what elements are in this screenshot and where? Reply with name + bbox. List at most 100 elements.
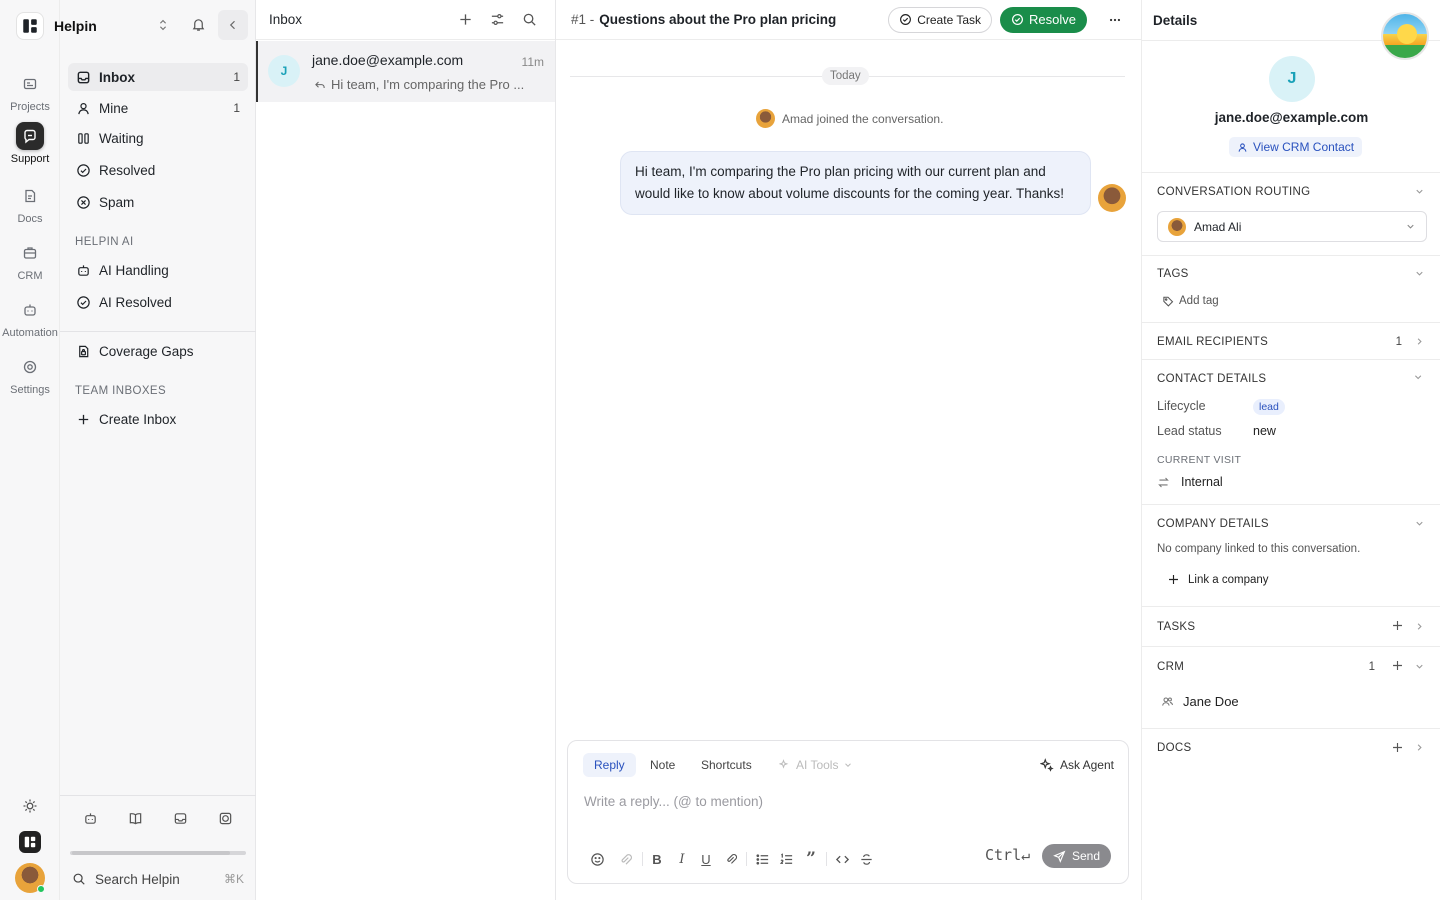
x-circle-icon [77, 195, 90, 209]
composer-tab-note[interactable]: Note [639, 753, 686, 777]
underline-icon[interactable]: U [696, 849, 716, 869]
send-button[interactable]: Send [1042, 844, 1112, 868]
create-inbox-button[interactable]: Create Inbox [68, 405, 248, 433]
add-task-plus-icon[interactable] [1391, 619, 1404, 632]
scrollbar-thumb[interactable] [72, 851, 230, 855]
crm-contact-link[interactable]: Jane Doe [1161, 694, 1239, 709]
chevron-right-icon[interactable] [1414, 336, 1425, 347]
inbox-icon [77, 71, 90, 83]
quote-icon[interactable]: ” [801, 849, 821, 869]
view-crm-contact-button[interactable]: View CRM Contact [1229, 137, 1363, 157]
lifebuoy-icon[interactable] [212, 804, 240, 832]
updown-chevron-icon[interactable] [156, 18, 170, 32]
sidebar-item-mine[interactable]: Mine 1 [68, 94, 248, 122]
composer-tab-reply[interactable]: Reply [583, 753, 636, 777]
crm-count: 1 [1368, 661, 1375, 673]
add-crm-plus-icon[interactable] [1391, 659, 1404, 672]
user-avatar[interactable] [15, 863, 45, 893]
ask-agent-button[interactable]: Ask Agent [1039, 753, 1114, 777]
rail-label: Projects [10, 101, 50, 113]
rail-item-support[interactable]: Support [0, 122, 60, 165]
sidebar-item-waiting[interactable]: Waiting [68, 124, 248, 152]
link-company-button[interactable]: Link a company [1167, 573, 1269, 586]
theme-toggle-sun-icon[interactable] [22, 798, 38, 814]
toolbar-divider [642, 852, 643, 866]
sidebar-item-inbox[interactable]: Inbox 1 [68, 63, 248, 91]
lead-status-label: Lead status [1157, 424, 1222, 438]
bell-icon[interactable] [191, 17, 206, 32]
list-header: Inbox [256, 0, 555, 40]
chevron-down-icon[interactable] [1414, 518, 1425, 529]
add-tag-button[interactable]: Add tag [1162, 295, 1219, 307]
sparkle-icon [1039, 758, 1054, 772]
sidebar: Helpin Inbox 1 Mine 1 Waiting Resolved S… [16, 0, 256, 900]
conversation-time: 11m [521, 55, 544, 69]
sidebar-item-spam[interactable]: Spam [68, 188, 248, 216]
chevron-down-icon[interactable] [1414, 661, 1425, 672]
chevron-down-icon[interactable] [1414, 268, 1425, 279]
support-icon [16, 122, 44, 150]
lead-status-value[interactable]: new [1253, 424, 1276, 438]
horizontal-scrollbar[interactable] [70, 851, 246, 855]
sidebar-item-ai-resolved[interactable]: AI Resolved [68, 288, 248, 316]
workspace-switch-logo[interactable] [19, 831, 41, 853]
create-task-button[interactable]: Create Task [888, 6, 993, 33]
create-task-label: Create Task [917, 12, 982, 27]
rail-item-automation[interactable]: Automation [0, 296, 60, 339]
sidebar-item-ai-handling[interactable]: AI Handling [68, 256, 248, 284]
toolbar-divider [826, 852, 827, 866]
rail-item-settings[interactable]: Settings [0, 353, 60, 396]
conversation-number: #1 - [571, 12, 595, 27]
inbox-tray-icon[interactable] [167, 804, 195, 832]
search-helpin-button[interactable]: Search Helpin ⌘K [60, 863, 256, 895]
beach-avatar-widget[interactable] [1381, 12, 1429, 60]
italic-icon[interactable]: I [672, 849, 692, 869]
reply-input[interactable]: Write a reply... (@ to mention) [584, 794, 763, 809]
bullet-list-icon[interactable] [752, 849, 772, 869]
chevron-down-icon [845, 763, 852, 767]
conversation-list-item[interactable]: J jane.doe@example.com 11m Hi team, I'm … [256, 41, 555, 102]
more-options-icon[interactable] [1101, 6, 1129, 34]
new-conversation-plus-icon[interactable] [451, 6, 479, 34]
view-crm-label: View CRM Contact [1253, 140, 1355, 154]
composer-tab-shortcuts[interactable]: Shortcuts [690, 753, 763, 777]
book-icon[interactable] [121, 804, 149, 832]
rail-item-crm[interactable]: CRM [0, 239, 60, 282]
attachment-icon[interactable] [615, 849, 635, 869]
emoji-icon[interactable] [587, 849, 607, 869]
workspace-switcher[interactable]: Helpin [16, 12, 97, 40]
lifecycle-badge[interactable]: lead [1253, 399, 1285, 415]
link-icon[interactable] [721, 849, 741, 869]
chevron-down-icon[interactable] [1414, 373, 1425, 384]
chevron-right-icon[interactable] [1414, 742, 1425, 753]
robot-icon[interactable] [76, 804, 104, 832]
add-doc-plus-icon[interactable] [1391, 741, 1404, 754]
bold-icon[interactable]: B [647, 849, 667, 869]
rail-item-docs[interactable]: Docs [0, 182, 60, 225]
search-icon[interactable] [515, 6, 543, 34]
section-tasks: TASKS [1142, 606, 1440, 646]
rail-label: Automation [2, 327, 58, 339]
assignee-select[interactable]: Amad Ali [1157, 211, 1427, 242]
rail-item-projects[interactable]: Projects [0, 70, 60, 113]
online-status-dot [37, 885, 45, 893]
composer-tab-ai-tools[interactable]: AI Tools [768, 753, 864, 777]
section-conversation-routing: CONVERSATION ROUTING Amad Ali [1142, 172, 1440, 255]
code-icon[interactable] [832, 849, 852, 869]
day-divider-label: Today [822, 67, 869, 85]
numbered-list-icon[interactable] [776, 849, 796, 869]
sidebar-item-resolved[interactable]: Resolved [68, 156, 248, 184]
sidebar-item-coverage-gaps[interactable]: Coverage Gaps [68, 337, 248, 365]
rail-label: Settings [10, 384, 50, 396]
chevron-right-icon[interactable] [1414, 621, 1425, 632]
strikethrough-icon[interactable] [856, 849, 876, 869]
collapse-sidebar-button[interactable] [218, 10, 248, 40]
send-plane-icon [1053, 850, 1066, 863]
section-title: EMAIL RECIPIENTS [1157, 336, 1269, 348]
ask-agent-label: Ask Agent [1059, 758, 1114, 772]
filter-sliders-icon[interactable] [483, 6, 511, 34]
resolve-button[interactable]: Resolve [1000, 6, 1087, 33]
chevron-down-icon[interactable] [1414, 186, 1425, 197]
section-contact-details: CONTACT DETAILS Lifecycle lead Lead stat… [1142, 359, 1440, 504]
section-email-recipients[interactable]: EMAIL RECIPIENTS 1 [1142, 322, 1440, 359]
